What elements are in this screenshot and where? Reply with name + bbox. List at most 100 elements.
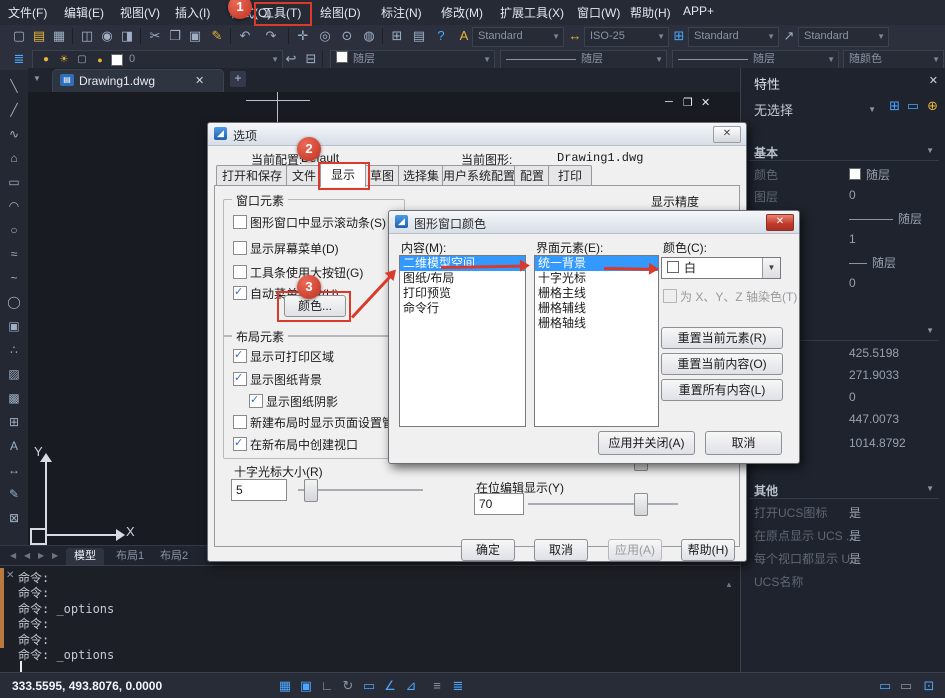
- dimension-tool-icon[interactable]: ↔: [4, 460, 24, 480]
- tab-plot[interactable]: 打印: [548, 165, 592, 186]
- table-style-dropdown[interactable]: Standard▼: [688, 27, 779, 47]
- lineweight-dropdown[interactable]: 随层▼: [672, 50, 839, 70]
- pan-icon[interactable]: ✛: [294, 27, 312, 45]
- layer-dropdown[interactable]: ● ☀ ▢ ● 0 ▼: [32, 50, 283, 70]
- prop-value[interactable]: 随层: [849, 254, 896, 271]
- element-item-grid-major[interactable]: 栅格主线: [535, 286, 658, 301]
- publish-icon[interactable]: ◨: [118, 27, 136, 45]
- tab-files[interactable]: 文件: [286, 165, 322, 186]
- last-layout-icon[interactable]: ▶: [52, 551, 58, 560]
- restore-all-button[interactable]: 重置所有内容(L): [661, 379, 783, 401]
- color-dropdown[interactable]: 随层▼: [330, 50, 495, 70]
- options-dialog-titlebar[interactable]: ◢ 选项 ✕: [208, 123, 746, 146]
- otrack-toggle-icon[interactable]: ∠: [381, 677, 399, 695]
- next-layout-icon[interactable]: ▶: [38, 551, 44, 560]
- new-icon[interactable]: ▢: [10, 27, 28, 45]
- prop-value[interactable]: 1: [849, 232, 856, 246]
- command-close-icon[interactable]: ✕: [6, 570, 14, 581]
- gradient-tool-icon[interactable]: ▩: [4, 388, 24, 408]
- point-tool-icon[interactable]: ∴: [4, 340, 24, 360]
- redo-icon[interactable]: ↷: [262, 27, 280, 45]
- menu-window[interactable]: 窗口(W): [577, 4, 620, 21]
- ucs-toggle-icon[interactable]: ⊿: [402, 677, 420, 695]
- selection-dropdown-icon[interactable]: ▼: [868, 105, 876, 114]
- zoom-realtime-icon[interactable]: ◎: [316, 27, 334, 45]
- menu-file[interactable]: 文件(F): [8, 4, 47, 21]
- colors-dialog-titlebar[interactable]: ◢ 图形窗口颜色 ✕: [389, 211, 799, 234]
- element-item-grid-axis[interactable]: 栅格轴线: [535, 316, 658, 331]
- inplace-edit-slider[interactable]: [528, 503, 678, 505]
- copy-icon[interactable]: ❐: [166, 27, 184, 45]
- section-basic-collapse-icon[interactable]: ▼: [926, 146, 934, 155]
- prop-value[interactable]: 271.9033: [849, 368, 899, 382]
- prev-layout-icon[interactable]: ◀: [24, 551, 30, 560]
- scrollbars-checkbox[interactable]: [233, 215, 247, 229]
- prop-value[interactable]: 是: [849, 504, 861, 521]
- zoom-window-icon[interactable]: ⊙: [338, 27, 356, 45]
- context-item-plot-preview[interactable]: 打印预览: [400, 286, 525, 301]
- open-icon[interactable]: ▤: [30, 27, 48, 45]
- section-other[interactable]: 其他: [754, 482, 778, 499]
- tab-list-icon[interactable]: ▼: [33, 74, 41, 83]
- tint-xyz-checkbox[interactable]: [663, 289, 677, 303]
- line-tool-icon[interactable]: ╲: [4, 76, 24, 96]
- screen-menu-checkbox[interactable]: [233, 241, 247, 255]
- element-item-crosshairs[interactable]: 十字光标: [535, 271, 658, 286]
- interface-element-list[interactable]: 统一背景 十字光标 栅格主线 栅格辅线 栅格轴线: [534, 255, 659, 427]
- crosshair-size-input[interactable]: 5: [231, 479, 287, 501]
- section-basic[interactable]: 基本: [754, 144, 778, 161]
- prop-value[interactable]: 是: [849, 527, 861, 544]
- restore-element-button[interactable]: 重置当前元素(R): [661, 327, 783, 349]
- grid-toggle-icon[interactable]: ▦: [276, 677, 294, 695]
- polar-toggle-icon[interactable]: ↻: [339, 677, 357, 695]
- ellipse-tool-icon[interactable]: ◯: [4, 292, 24, 312]
- element-item-grid-minor[interactable]: 栅格辅线: [535, 301, 658, 316]
- polyline-tool-icon[interactable]: ∿: [4, 124, 24, 144]
- new-tab-button[interactable]: +: [230, 71, 246, 87]
- snap-toggle-icon[interactable]: ▣: [297, 677, 315, 695]
- model-space-icon[interactable]: ▭: [876, 677, 894, 695]
- quick-select-icon[interactable]: ⊞: [889, 98, 900, 114]
- layer-previous-icon[interactable]: ↩: [282, 50, 300, 68]
- menu-dimension[interactable]: 标注(N): [381, 4, 422, 21]
- context-list[interactable]: 二维模型空间 图纸/布局 打印预览 命令行: [399, 255, 526, 427]
- help-icon[interactable]: ?: [432, 27, 450, 45]
- polygon-tool-icon[interactable]: ⌂: [4, 148, 24, 168]
- ok-button[interactable]: 确定: [461, 539, 515, 561]
- context-item-2d-model-space[interactable]: 二维模型空间: [400, 256, 525, 271]
- layer-states-icon[interactable]: ⊟: [302, 50, 320, 68]
- printable-area-checkbox[interactable]: [233, 349, 247, 363]
- colors-dialog-close-icon[interactable]: ✕: [766, 214, 794, 231]
- menu-help[interactable]: 帮助(H): [630, 4, 671, 21]
- window-close-icon[interactable]: ✕: [701, 96, 710, 109]
- clean-screen-icon[interactable]: ⊡: [920, 677, 938, 695]
- dyn-toggle-icon[interactable]: ≡: [428, 677, 446, 695]
- command-scroll-up-icon[interactable]: ▲: [725, 580, 733, 589]
- prop-value[interactable]: 447.0073: [849, 412, 899, 426]
- spline-tool-icon[interactable]: ~: [4, 268, 24, 288]
- menu-view[interactable]: 视图(V): [120, 4, 160, 21]
- document-tab[interactable]: ▤ Drawing1.dwg ✕: [52, 69, 224, 93]
- tab-open-save[interactable]: 打开和保存: [216, 165, 288, 186]
- notes-icon[interactable]: ▤: [410, 27, 428, 45]
- menu-draw[interactable]: 绘图(D): [320, 4, 361, 21]
- window-restore-icon[interactable]: ❐: [683, 96, 693, 109]
- edit-tool-icon[interactable]: ✎: [4, 484, 24, 504]
- layer-on-icon[interactable]: ●: [37, 51, 55, 69]
- layer-lock-icon[interactable]: ●: [91, 51, 109, 69]
- command-panel-grip[interactable]: [0, 568, 4, 648]
- prop-value[interactable]: 0: [849, 390, 856, 404]
- prop-value[interactable]: 0: [849, 188, 856, 202]
- help-button[interactable]: 帮助(H): [681, 539, 735, 561]
- calculator-icon[interactable]: ⊞: [388, 27, 406, 45]
- xline-tool-icon[interactable]: ╱: [4, 100, 24, 120]
- tab-user-preferences[interactable]: 用户系统配置: [442, 165, 516, 186]
- mleader-style-dropdown[interactable]: Standard▼: [798, 27, 889, 47]
- context-item-command-line[interactable]: 命令行: [400, 301, 525, 316]
- preview-icon[interactable]: ◉: [98, 27, 116, 45]
- paper-background-checkbox[interactable]: [233, 372, 247, 386]
- paste-icon[interactable]: ▣: [186, 27, 204, 45]
- restore-context-button[interactable]: 重置当前内容(O): [661, 353, 783, 375]
- arc-tool-icon[interactable]: ◠: [4, 196, 24, 216]
- toggle-pickadd-icon[interactable]: ⊕: [927, 98, 938, 114]
